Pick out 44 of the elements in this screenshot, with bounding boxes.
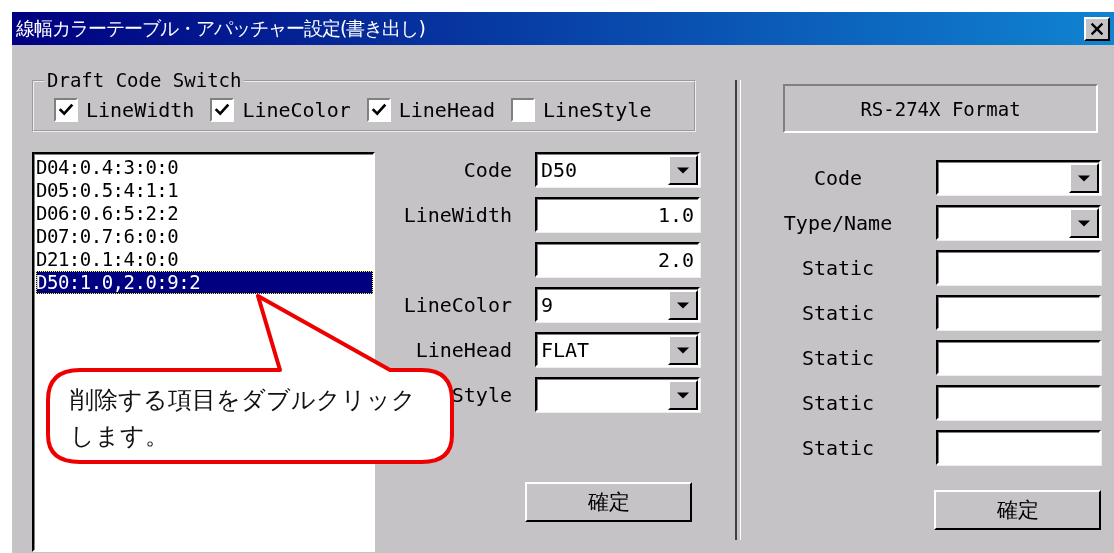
input-field[interactable]: 1.0 [535, 197, 700, 232]
input-field[interactable] [936, 385, 1101, 420]
dropdown[interactable] [535, 377, 700, 412]
checkbox[interactable] [511, 98, 536, 122]
field-label: LineColor [402, 292, 512, 317]
input-field[interactable] [936, 250, 1101, 285]
field-label: LineWidth [402, 202, 512, 227]
field-label: Static [800, 390, 876, 415]
confirm-button[interactable]: 確定 [525, 482, 692, 522]
checkbox-option[interactable]: LineStyle [511, 98, 652, 122]
input-field[interactable] [936, 430, 1101, 465]
field-label: Code [462, 157, 512, 182]
field-label: Static [800, 435, 876, 460]
list-item[interactable]: D04:0.4:3:0:0 [36, 156, 373, 179]
input-field[interactable] [936, 295, 1101, 330]
field-label: Static [800, 255, 876, 280]
confirm-button[interactable]: 確定 [934, 490, 1101, 530]
window-title: 線幅カラーテーブル・アパッチャー設定(書き出し) [16, 15, 425, 41]
checkbox[interactable] [366, 98, 391, 122]
checkbox-option[interactable]: LineWidth [54, 98, 195, 122]
input-field[interactable]: 2.0 [535, 242, 700, 277]
field-label: Type/Name [783, 210, 893, 235]
field-label: Static [800, 300, 876, 325]
format-panel: RS-274X Format [783, 84, 1098, 133]
close-button[interactable] [1084, 16, 1110, 41]
list-item[interactable]: D06:0.6:5:2:2 [36, 202, 373, 225]
dropdown[interactable] [936, 160, 1101, 195]
list-item[interactable]: D07:0.7:6:0:0 [36, 225, 373, 248]
checkbox[interactable] [210, 98, 235, 122]
checkbox[interactable] [54, 98, 78, 122]
list-item[interactable]: D21:0.1:4:0:0 [36, 248, 373, 271]
field-label: Static [800, 345, 876, 370]
list-item[interactable]: D05:0.5:4:1:1 [36, 179, 373, 202]
checkbox-option[interactable]: LineColor [210, 98, 351, 122]
dropdown[interactable]: D50 [535, 152, 700, 187]
field-label: Style [450, 382, 512, 407]
field-label: LineHead [414, 337, 512, 362]
input-field[interactable] [936, 340, 1101, 375]
dropdown[interactable]: FLAT [535, 332, 700, 367]
field-label: Code [812, 165, 864, 190]
checkbox-option[interactable]: LineHead [366, 98, 496, 122]
list-item[interactable]: D50:1.0,2.0:9:2 [36, 271, 373, 294]
dropdown[interactable]: 9 [535, 287, 700, 322]
dropdown[interactable] [936, 205, 1101, 240]
